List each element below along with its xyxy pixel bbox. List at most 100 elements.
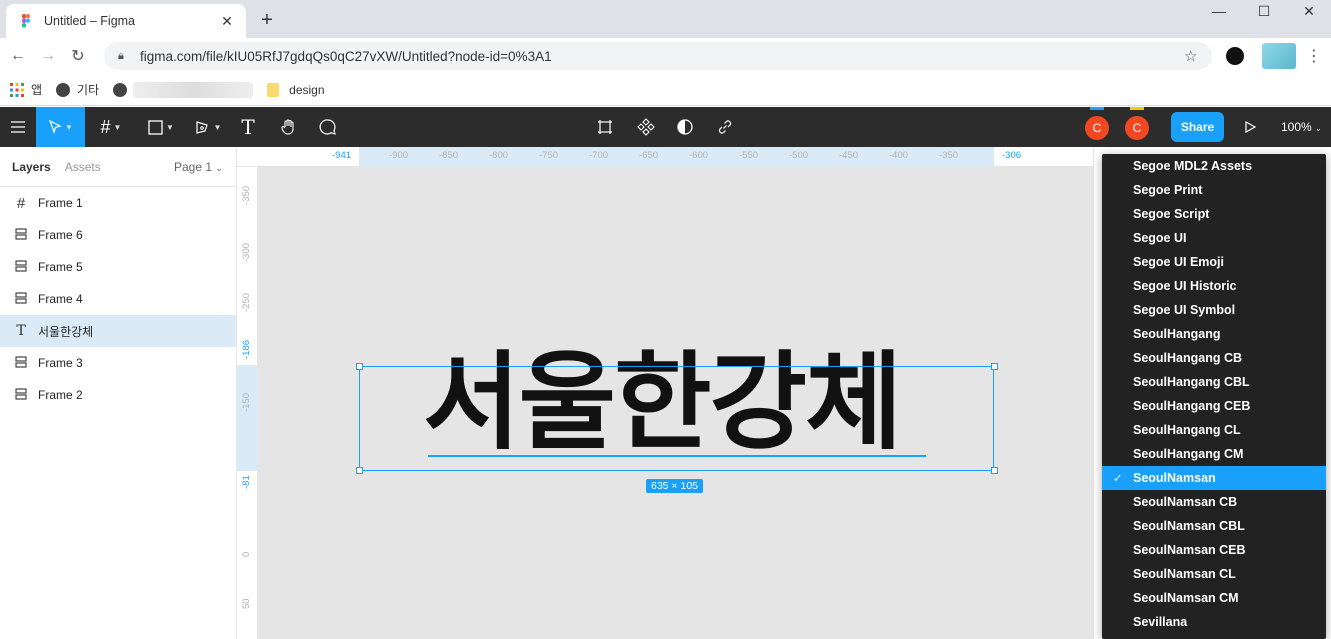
layer-row[interactable]: Frame 4	[0, 283, 236, 315]
font-option-label: Segoe Print	[1133, 183, 1203, 197]
component-icon[interactable]	[632, 107, 660, 147]
minimize-icon[interactable]: —	[1196, 0, 1242, 22]
font-option-label: SeoulHangang CB	[1133, 351, 1243, 365]
tab-layers[interactable]: Layers	[12, 160, 51, 174]
layer-row[interactable]: # Frame 1	[0, 187, 236, 219]
chevron-down-icon: ⌄	[1315, 124, 1322, 133]
font-option[interactable]: SeoulHangang CB	[1102, 346, 1326, 370]
shape-tool-button[interactable]: ▼	[141, 107, 181, 147]
frame-tool-button[interactable]: # ▼	[91, 107, 131, 147]
new-tab-icon[interactable]: +	[257, 9, 277, 32]
ruler-tick-label: -450	[839, 150, 859, 161]
ruler-tick-label: -700	[589, 150, 609, 161]
dimensions-label: 635 × 105	[646, 479, 704, 493]
extension-icon[interactable]	[1226, 47, 1244, 65]
resize-handle[interactable]	[991, 467, 998, 474]
resize-handle[interactable]	[991, 363, 998, 370]
font-option-label: SeoulHangang CBL	[1133, 375, 1250, 389]
apps-grid-icon	[10, 82, 24, 97]
reload-icon[interactable]: ↻	[63, 41, 93, 71]
forward-icon[interactable]: →	[33, 41, 63, 71]
close-tab-icon[interactable]: ✕	[218, 13, 236, 30]
ruler-tick-label: -150	[241, 392, 252, 412]
font-option[interactable]: Segoe Print	[1102, 178, 1326, 202]
rectangle-icon	[148, 119, 163, 135]
avatar[interactable]: C	[1085, 116, 1109, 140]
checkmark-icon: ✓	[1113, 472, 1123, 485]
text-tool-icon[interactable]: T	[234, 107, 262, 147]
window-close-icon[interactable]: ✕	[1286, 0, 1331, 22]
layer-name: Frame 2	[38, 388, 83, 402]
bookmark-star-icon[interactable]: ☆	[1184, 47, 1204, 65]
font-option[interactable]: SeoulHangang CL	[1102, 418, 1326, 442]
maximize-icon[interactable]: ☐	[1241, 0, 1287, 22]
bookmark-design[interactable]: design	[267, 82, 325, 97]
font-option[interactable]: Segoe UI Emoji	[1102, 250, 1326, 274]
share-button[interactable]: Share	[1171, 112, 1224, 142]
font-option-label: Segoe MDL2 Assets	[1133, 159, 1253, 173]
profile-avatar[interactable]	[1262, 43, 1296, 69]
figma-logo-icon	[22, 14, 30, 28]
layer-row[interactable]: Frame 2	[0, 379, 236, 411]
back-icon[interactable]: ←	[3, 41, 33, 71]
url-field[interactable]: 🔒︎ figma.com/file/kIU05RfJ7gdqQs0qC27vXW…	[104, 42, 1212, 70]
collaborator-indicator	[1090, 107, 1104, 110]
font-option[interactable]: SeoulHangang	[1102, 322, 1326, 346]
font-option[interactable]: SeoulHangang CM	[1102, 442, 1326, 466]
tab-assets[interactable]: Assets	[65, 160, 101, 174]
font-option[interactable]: Segoe UI Symbol	[1102, 298, 1326, 322]
bookmark-other[interactable]: 기타	[56, 81, 99, 98]
auto-layout-icon	[14, 227, 28, 243]
font-option[interactable]: SeoulNamsan CM	[1102, 586, 1326, 610]
zoom-dropdown[interactable]: 100% ⌄	[1281, 120, 1322, 134]
font-option-label: Segoe UI Emoji	[1133, 255, 1224, 269]
font-option[interactable]: Segoe UI	[1102, 226, 1326, 250]
layer-row[interactable]: Frame 6	[0, 219, 236, 251]
layer-row[interactable]: Frame 3	[0, 347, 236, 379]
font-option-label: SeoulNamsan CL	[1133, 567, 1236, 581]
font-option-label: Segoe UI Historic	[1133, 279, 1237, 293]
menu-kebab-icon[interactable]: ⋮	[1306, 46, 1322, 66]
font-option-label: SeoulHangang CM	[1133, 447, 1244, 461]
ruler-tick-label: -306	[1002, 150, 1022, 161]
move-tool-button[interactable]: ▼	[36, 107, 85, 147]
font-option[interactable]: SeoulHangang CEB	[1102, 394, 1326, 418]
resize-handle[interactable]	[356, 363, 363, 370]
avatar[interactable]: C	[1125, 116, 1149, 140]
layer-row[interactable]: Frame 5	[0, 251, 236, 283]
font-option[interactable]: SeoulNamsan CL	[1102, 562, 1326, 586]
blurred-bookmark[interactable]	[133, 81, 254, 98]
resize-handle[interactable]	[356, 467, 363, 474]
font-option[interactable]: Segoe UI Historic	[1102, 274, 1326, 298]
layer-name: Frame 1	[38, 196, 83, 210]
font-option[interactable]: Sevillana	[1102, 610, 1326, 634]
auto-layout-icon	[14, 355, 28, 371]
bookmark-apps[interactable]: 앱	[10, 81, 42, 98]
font-option[interactable]: Segoe Script	[1102, 202, 1326, 226]
font-option[interactable]: SeoulNamsan CB	[1102, 490, 1326, 514]
address-bar-row: ← → ↻ 🔒︎ figma.com/file/kIU05RfJ7gdqQs0q…	[0, 38, 1331, 74]
ruler-tick-label: -900	[389, 150, 409, 161]
font-option[interactable]: ✓ SeoulNamsan	[1102, 466, 1326, 490]
pen-tool-button[interactable]: ▼	[188, 107, 228, 147]
mask-icon[interactable]	[671, 107, 699, 147]
font-option-label: SeoulNamsan	[1133, 471, 1216, 485]
font-option[interactable]: Segoe MDL2 Assets	[1102, 154, 1326, 178]
main-menu-icon[interactable]	[0, 107, 36, 147]
pen-icon	[195, 121, 208, 134]
hand-tool-icon[interactable]	[275, 107, 303, 147]
present-play-icon[interactable]	[1240, 107, 1260, 147]
page-selector[interactable]: Page 1 ⌄	[174, 160, 223, 174]
font-option[interactable]: SeoulNamsan CBL	[1102, 514, 1326, 538]
crop-frame-icon[interactable]	[591, 107, 619, 147]
chevron-down-icon: ▼	[65, 122, 73, 132]
ruler-tick-label: -650	[639, 150, 659, 161]
font-option[interactable]: SeoulHangang CBL	[1102, 370, 1326, 394]
selection-box[interactable]	[359, 366, 994, 471]
font-option[interactable]: SeoulNamsan CEB	[1102, 538, 1326, 562]
layer-row[interactable]: T 서울한강체	[0, 315, 236, 347]
ruler-tick-label: -850	[439, 150, 459, 161]
comment-tool-icon[interactable]	[314, 107, 342, 147]
link-icon[interactable]	[711, 107, 739, 147]
browser-tab[interactable]: Untitled – Figma ✕	[6, 4, 246, 38]
